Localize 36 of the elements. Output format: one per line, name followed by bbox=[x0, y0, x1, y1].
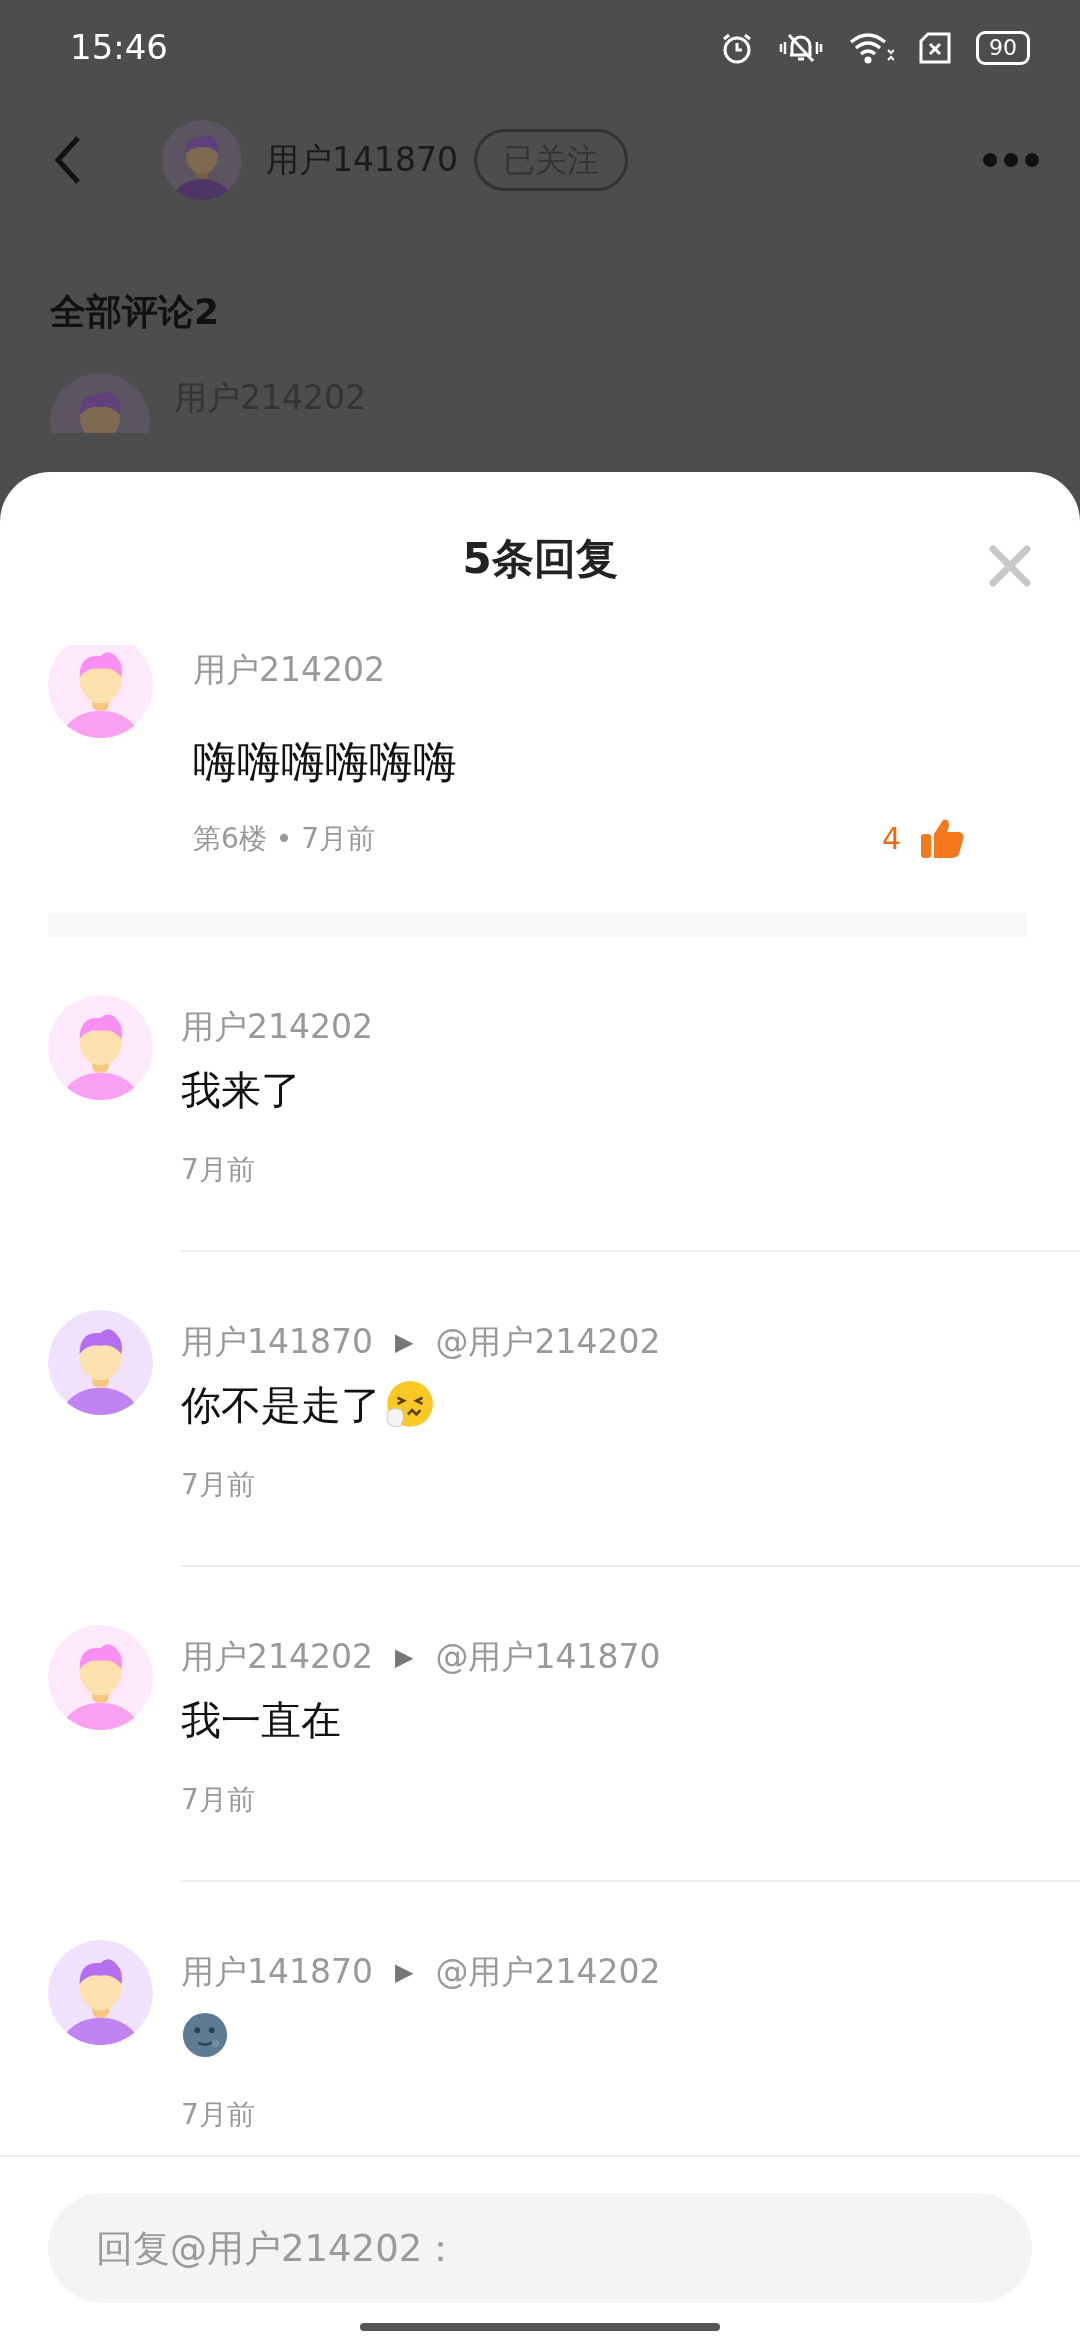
username[interactable]: 用户141870 bbox=[181, 1947, 373, 1997]
reply-arrow: ▶ bbox=[395, 1957, 414, 1988]
avatar[interactable] bbox=[162, 120, 242, 200]
more-icon[interactable] bbox=[982, 152, 1040, 168]
reply-text: 我来了 bbox=[181, 1066, 301, 1115]
username[interactable]: 用户214202 bbox=[181, 1632, 373, 1682]
avatar[interactable] bbox=[48, 1625, 153, 1730]
sim-icon bbox=[918, 30, 952, 65]
reply-target[interactable]: @用户214202 bbox=[435, 1947, 661, 1997]
moon-face-icon bbox=[181, 2011, 229, 2059]
reply-time: 7月前 bbox=[181, 1153, 255, 1186]
like-button[interactable]: 4 bbox=[881, 816, 965, 861]
avatar[interactable] bbox=[48, 995, 153, 1100]
reply-target[interactable]: @用户141870 bbox=[435, 1632, 661, 1682]
section-title: 全部评论2 bbox=[49, 290, 221, 334]
reply-input[interactable]: 回复@用户214202： bbox=[48, 2193, 1032, 2303]
reply-arrow: ▶ bbox=[395, 1642, 414, 1673]
close-button[interactable] bbox=[988, 544, 1032, 588]
reply-time: 7月前 bbox=[181, 2098, 255, 2131]
reply-time: 7月前 bbox=[181, 1783, 255, 1816]
reply-target[interactable]: @用户214202 bbox=[435, 1317, 661, 1367]
reply-arrow: ▶ bbox=[395, 1327, 414, 1358]
username[interactable]: 用户214202 bbox=[193, 645, 1080, 695]
avatar[interactable] bbox=[48, 1940, 153, 2045]
username[interactable]: 用户214202 bbox=[181, 1002, 373, 1052]
reply-text: 我一直在 bbox=[181, 1696, 341, 1745]
comment-text: 嗨嗨嗨嗨嗨嗨 bbox=[193, 735, 458, 789]
battery-level: 90 bbox=[976, 30, 1030, 65]
sheet-title: 5条回复 bbox=[462, 533, 618, 585]
clock-time: 15:46 bbox=[70, 26, 168, 69]
comment-meta: 第6楼 • 7月前 bbox=[193, 820, 375, 857]
avatar[interactable] bbox=[48, 645, 153, 738]
username[interactable]: 用户141870 bbox=[181, 1317, 373, 1367]
reply-text: 你不是走了 bbox=[181, 1381, 381, 1430]
avatar[interactable] bbox=[48, 1310, 153, 1415]
reply-time: 7月前 bbox=[181, 1468, 255, 1501]
